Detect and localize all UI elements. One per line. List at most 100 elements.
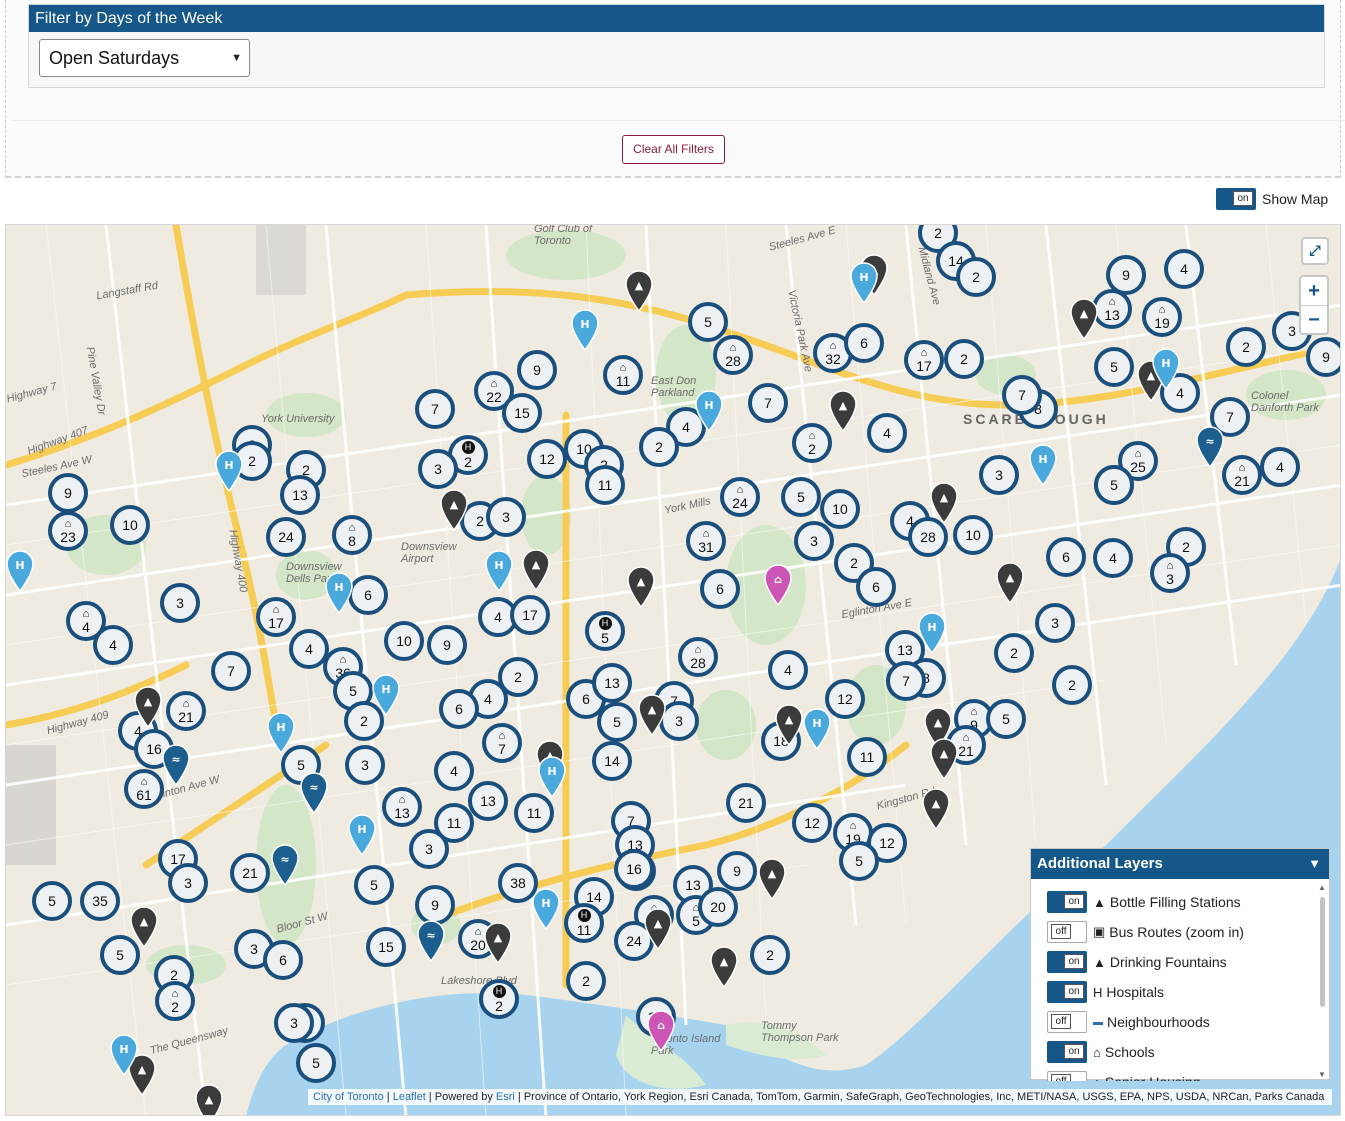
map-cluster-marker[interactable]: 10 bbox=[110, 505, 150, 545]
water-drop-pin-icon[interactable]: ▲ bbox=[521, 549, 551, 592]
hospital-pin-icon[interactable]: H bbox=[694, 390, 724, 433]
water-drop-pin-icon[interactable]: ▲ bbox=[129, 906, 159, 949]
water-drop-pin-icon[interactable]: ▲ bbox=[929, 482, 959, 525]
days-select[interactable]: Open Saturdays ▼ bbox=[39, 39, 250, 77]
water-drop-pin-icon[interactable]: ▲ bbox=[995, 562, 1025, 605]
map-cluster-marker[interactable]: 15 bbox=[366, 927, 406, 967]
map-cluster-marker[interactable]: 6 bbox=[1046, 537, 1086, 577]
layer-toggle[interactable]: on bbox=[1047, 891, 1087, 913]
map-cluster-marker[interactable]: 9 bbox=[427, 625, 467, 665]
map-cluster-marker[interactable]: ⌂ 61 bbox=[124, 769, 164, 809]
map-cluster-marker[interactable]: 35 bbox=[80, 881, 120, 921]
water-drop-pin-icon[interactable]: ▲ bbox=[643, 908, 673, 951]
map-cluster-marker[interactable]: ⌂ 31 bbox=[686, 521, 726, 561]
map-cluster-marker[interactable]: 9 bbox=[48, 473, 88, 513]
zoom-in-button[interactable]: + bbox=[1301, 277, 1327, 305]
map-cluster-marker[interactable]: 24 bbox=[266, 517, 306, 557]
map-cluster-marker[interactable]: 3 bbox=[160, 583, 200, 623]
map-cluster-marker[interactable]: 3 bbox=[418, 449, 458, 489]
layers-scrollbar[interactable]: ▲ ▼ bbox=[1318, 883, 1326, 1079]
map-cluster-marker[interactable]: H 11 bbox=[564, 903, 604, 943]
layer-toggle[interactable]: off bbox=[1047, 1011, 1087, 1033]
water-drop-pin-icon[interactable]: ▲ bbox=[133, 686, 163, 729]
hospital-pin-icon[interactable]: H bbox=[324, 572, 354, 615]
map-cluster-marker[interactable]: 5 bbox=[296, 1043, 336, 1083]
map-cluster-marker[interactable]: 12 bbox=[792, 803, 832, 843]
map-cluster-marker[interactable]: ⌂ 17 bbox=[256, 597, 296, 637]
map-cluster-marker[interactable]: 3 bbox=[794, 521, 834, 561]
map-cluster-marker[interactable]: 5 bbox=[354, 865, 394, 905]
map-cluster-marker[interactable]: 11 bbox=[585, 465, 625, 505]
map-cluster-marker[interactable]: 3 bbox=[274, 1003, 314, 1043]
map-cluster-marker[interactable]: 7 bbox=[886, 661, 926, 701]
map-cluster-marker[interactable]: 9 bbox=[717, 851, 757, 891]
map-cluster-marker[interactable]: 21 bbox=[230, 853, 270, 893]
map-cluster-marker[interactable]: 5 bbox=[688, 302, 728, 342]
layer-toggle[interactable]: on bbox=[1047, 951, 1087, 973]
hospital-pin-icon[interactable]: H bbox=[531, 888, 561, 931]
map-cluster-marker[interactable]: 11 bbox=[847, 737, 887, 777]
map-cluster-marker[interactable]: 5 bbox=[32, 881, 72, 921]
map-cluster-marker[interactable]: 4 bbox=[1164, 249, 1204, 289]
water-drop-pin-icon[interactable]: ▲ bbox=[774, 704, 804, 747]
map-cluster-marker[interactable]: 16 bbox=[614, 849, 654, 889]
hospital-pin-icon[interactable]: H bbox=[1151, 348, 1181, 391]
map-cluster-marker[interactable]: 20 bbox=[698, 887, 738, 927]
map-cluster-marker[interactable]: 3 bbox=[1035, 603, 1075, 643]
layer-toggle[interactable]: on bbox=[1047, 981, 1087, 1003]
water-drop-pin-icon[interactable]: ▲ bbox=[709, 946, 739, 989]
map-cluster-marker[interactable]: 6 bbox=[700, 569, 740, 609]
map-cluster-marker[interactable]: 6 bbox=[348, 575, 388, 615]
water-drop-pin-icon[interactable]: ▲ bbox=[439, 489, 469, 532]
map-cluster-marker[interactable]: 4 bbox=[1260, 447, 1300, 487]
map-cluster-marker[interactable]: 2 bbox=[1052, 665, 1092, 705]
map-cluster-marker[interactable]: 2 bbox=[750, 935, 790, 975]
map-cluster-marker[interactable]: 12 bbox=[527, 439, 567, 479]
map-cluster-marker[interactable]: 5 bbox=[1094, 347, 1134, 387]
map-cluster-marker[interactable]: 5 bbox=[781, 477, 821, 517]
map-cluster-marker[interactable]: 13 bbox=[592, 663, 632, 703]
hospital-pin-icon[interactable]: H bbox=[6, 550, 35, 593]
map-cluster-marker[interactable]: 2 bbox=[639, 427, 679, 467]
map-cluster-marker[interactable]: ⌂ 8 bbox=[332, 515, 372, 555]
map-cluster-marker[interactable]: ⌂ 2 bbox=[155, 981, 195, 1021]
map-cluster-marker[interactable]: ⌂ 2 bbox=[792, 423, 832, 463]
map-cluster-marker[interactable]: ⌂ 7 bbox=[482, 723, 522, 763]
map-cluster-marker[interactable]: 5 bbox=[597, 702, 637, 742]
map-cluster-marker[interactable]: 4 bbox=[93, 625, 133, 665]
school-pin-icon[interactable]: ⌂ bbox=[763, 564, 793, 607]
water-drop-pin-icon[interactable]: ▲ bbox=[921, 788, 951, 831]
scroll-down-icon[interactable]: ▼ bbox=[1318, 1070, 1326, 1079]
water-drop-pin-icon[interactable]: ▲ bbox=[637, 694, 667, 737]
map-cluster-marker[interactable]: ⌂ 28 bbox=[678, 637, 718, 677]
map-cluster-marker[interactable]: 5 bbox=[839, 841, 879, 881]
map-cluster-marker[interactable]: 2 bbox=[566, 961, 606, 1001]
map-cluster-marker[interactable]: ⌂ 28 bbox=[713, 335, 753, 375]
map-cluster-marker[interactable]: 3 bbox=[409, 829, 449, 869]
map-cluster-marker[interactable]: ⌂ 11 bbox=[603, 355, 643, 395]
map-cluster-marker[interactable]: 4 bbox=[434, 751, 474, 791]
map-cluster-marker[interactable]: 7 bbox=[1002, 375, 1042, 415]
map-cluster-marker[interactable]: 6 bbox=[439, 689, 479, 729]
map-cluster-marker[interactable]: 2 bbox=[1226, 327, 1266, 367]
map-cluster-marker[interactable]: 7 bbox=[415, 389, 455, 429]
hospital-pin-icon[interactable]: H bbox=[570, 309, 600, 352]
map-cluster-marker[interactable]: 3 bbox=[486, 497, 526, 537]
water-drop-pin-icon[interactable]: ▲ bbox=[757, 858, 787, 901]
map-cluster-marker[interactable]: 3 bbox=[979, 455, 1019, 495]
pool-pin-icon[interactable]: ≈ bbox=[161, 744, 191, 787]
map-cluster-marker[interactable]: 15 bbox=[502, 393, 542, 433]
water-drop-pin-icon[interactable]: ▲ bbox=[626, 566, 656, 609]
map-cluster-marker[interactable]: 7 bbox=[211, 651, 251, 691]
map-cluster-marker[interactable]: 4 bbox=[1093, 538, 1133, 578]
scroll-up-icon[interactable]: ▲ bbox=[1318, 883, 1326, 892]
hospital-pin-icon[interactable]: H bbox=[266, 712, 296, 755]
water-drop-pin-icon[interactable]: ▲ bbox=[1069, 298, 1099, 341]
hospital-pin-icon[interactable]: H bbox=[537, 756, 567, 799]
hospital-pin-icon[interactable]: H bbox=[484, 550, 514, 593]
map-cluster-marker[interactable]: ⌂ 3 bbox=[1150, 553, 1190, 593]
map-cluster-marker[interactable]: 5 bbox=[1094, 465, 1134, 505]
map-cluster-marker[interactable]: 21 bbox=[726, 783, 766, 823]
scroll-thumb[interactable] bbox=[1320, 897, 1325, 1007]
map-cluster-marker[interactable]: 2 bbox=[994, 633, 1034, 673]
